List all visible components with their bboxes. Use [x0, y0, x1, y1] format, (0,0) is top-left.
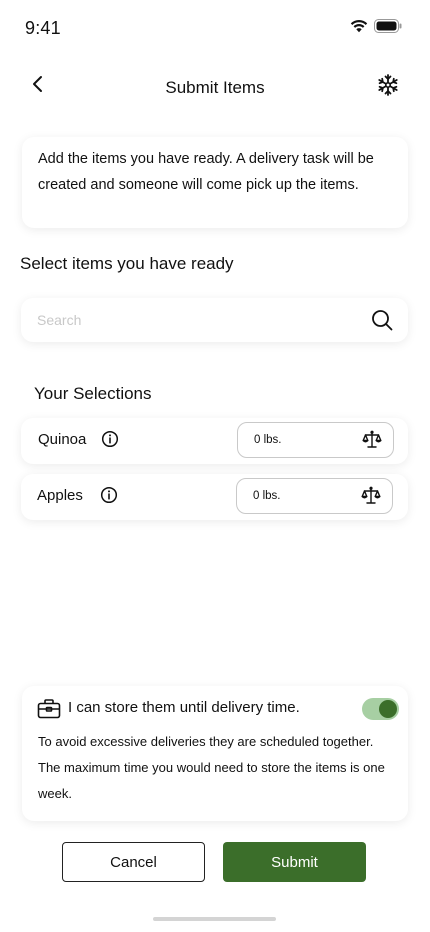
storage-card: I can store them until delivery time. To… [22, 686, 408, 821]
info-icon[interactable] [101, 430, 119, 448]
info-icon[interactable] [100, 486, 118, 504]
snowflake-button[interactable] [374, 73, 402, 101]
info-text: Add the items you have ready. A delivery… [38, 151, 374, 193]
scale-icon [360, 485, 382, 507]
item-name: Apples [37, 487, 83, 504]
toolbox-icon [37, 698, 61, 720]
toggle-knob [379, 700, 397, 718]
page-title: Submit Items [165, 78, 265, 97]
search-box [21, 298, 408, 342]
store-until-delivery-toggle[interactable] [362, 698, 399, 720]
submit-button[interactable]: Submit [223, 842, 366, 882]
info-card: Add the items you have ready. A delivery… [22, 137, 408, 228]
header: Submit Items [0, 64, 430, 110]
selection-row: Apples 0 lbs. [21, 474, 408, 520]
cancel-button[interactable]: Cancel [62, 842, 205, 882]
status-bar: 9:41 [0, 0, 430, 56]
status-time: 9:41 [25, 18, 61, 38]
item-name: Quinoa [38, 431, 87, 448]
weight-field[interactable]: 0 lbs. [236, 478, 393, 514]
submit-items-screen: 9:41 Submit Items Add the items you have… [0, 0, 430, 932]
weight-field[interactable]: 0 lbs. [237, 422, 394, 458]
weight-value: 0 lbs. [254, 434, 282, 446]
scale-icon [361, 429, 383, 451]
storage-title: I can store them until delivery time. [68, 699, 300, 716]
selection-row: Quinoa 0 lbs. [21, 418, 408, 464]
snowflake-icon [376, 73, 400, 102]
storage-description: To avoid excessive deliveries they are s… [38, 734, 385, 801]
weight-value: 0 lbs. [253, 490, 281, 502]
search-icon[interactable] [370, 308, 394, 332]
wifi-icon [350, 19, 368, 33]
select-items-heading: Select items you have ready [20, 254, 234, 273]
status-icons [350, 19, 402, 33]
your-selections-heading: Your Selections [34, 384, 152, 403]
battery-icon [374, 19, 402, 33]
search-input[interactable] [37, 312, 370, 328]
home-indicator [153, 917, 276, 921]
